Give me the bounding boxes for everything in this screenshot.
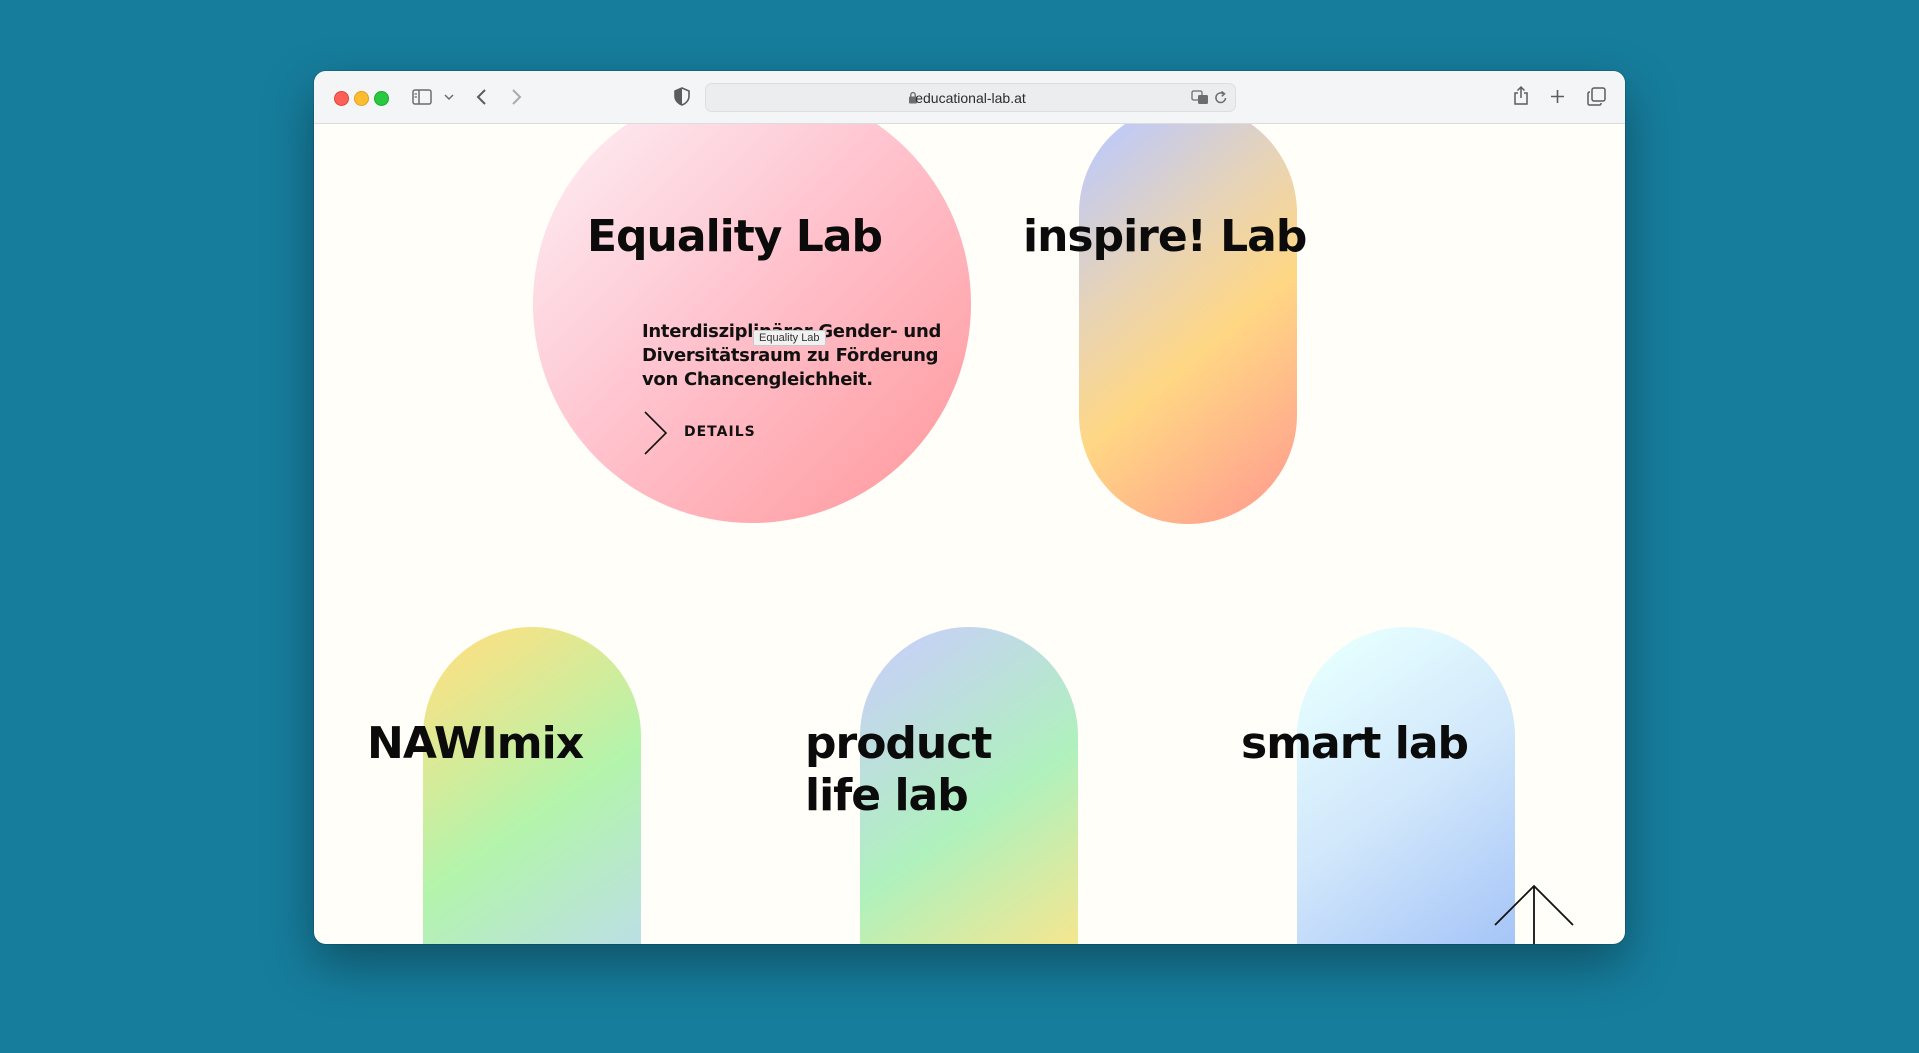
chevron-down-icon[interactable] xyxy=(444,94,454,101)
smart-lab-title[interactable]: smart lab xyxy=(1241,718,1469,770)
inspire-lab-shape[interactable] xyxy=(1079,124,1297,524)
nawimix-lab-shape[interactable] xyxy=(423,627,641,944)
back-icon[interactable] xyxy=(475,88,487,106)
shield-icon[interactable] xyxy=(674,87,690,106)
equality-lab-title[interactable]: Equality Lab xyxy=(587,211,883,263)
smart-lab-shape[interactable] xyxy=(1297,627,1515,944)
zoom-window-button[interactable] xyxy=(374,91,389,106)
browser-toolbar: educational-lab.at xyxy=(314,71,1625,124)
page-content: Equality Lab inspire! Lab NAWImix produc… xyxy=(314,124,1625,944)
forward-icon[interactable] xyxy=(511,88,523,106)
translate-icon[interactable] xyxy=(1191,90,1209,105)
product-life-lab-title[interactable]: product life lab xyxy=(805,718,1065,822)
close-window-button[interactable] xyxy=(334,91,349,106)
new-tab-icon[interactable] xyxy=(1550,89,1565,104)
tooltip: Equality Lab xyxy=(753,330,826,346)
sidebar-icon[interactable] xyxy=(412,89,432,105)
minimize-window-button[interactable] xyxy=(354,91,369,106)
arrow-up-icon[interactable] xyxy=(1493,884,1575,944)
tabs-overview-icon[interactable] xyxy=(1587,87,1606,106)
inspire-lab-title[interactable]: inspire! Lab xyxy=(1023,211,1307,263)
address-bar[interactable]: educational-lab.at xyxy=(705,83,1236,112)
details-link[interactable]: DETAILS xyxy=(684,424,756,440)
share-icon[interactable] xyxy=(1513,85,1529,106)
browser-window: educational-lab.at Equality Lab inspire!… xyxy=(314,71,1625,944)
reload-icon[interactable] xyxy=(1214,90,1228,105)
chevron-right-icon[interactable] xyxy=(643,410,669,456)
url-text: educational-lab.at xyxy=(915,90,1026,106)
nawimix-lab-title[interactable]: NAWImix xyxy=(367,718,584,770)
